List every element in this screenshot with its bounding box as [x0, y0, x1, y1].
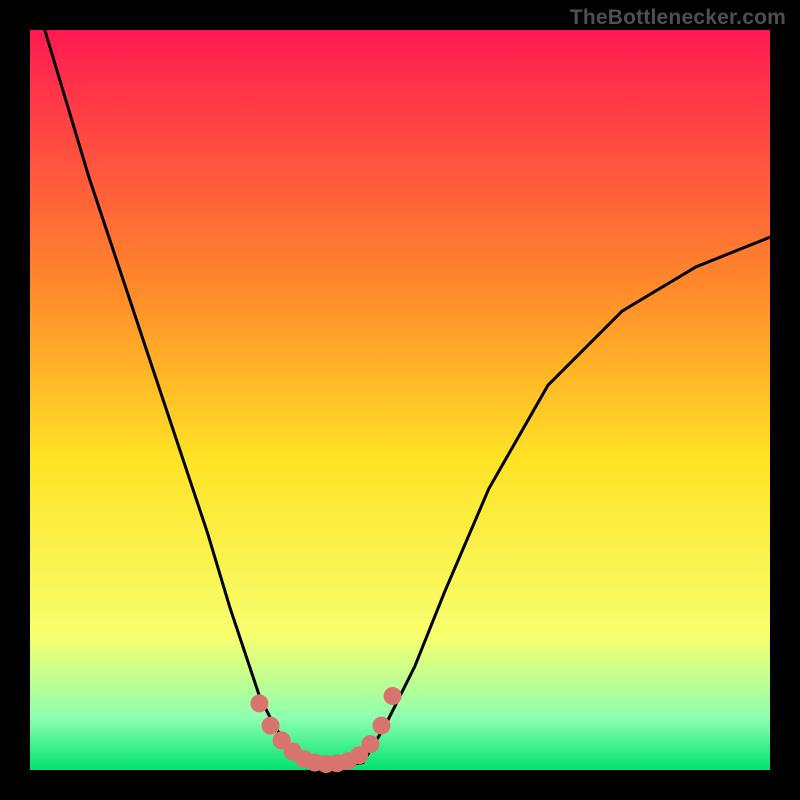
- highlight-markers: [250, 687, 401, 773]
- marker-dot: [373, 717, 391, 735]
- curve-layer: [30, 30, 770, 770]
- marker-dot: [262, 717, 280, 735]
- marker-dot: [361, 735, 379, 753]
- marker-dot: [384, 687, 402, 705]
- watermark-text: TheBottlenecker.com: [570, 6, 786, 30]
- bottleneck-curve: [45, 30, 770, 766]
- chart-frame: TheBottlenecker.com: [0, 0, 800, 800]
- plot-area: [30, 30, 770, 770]
- marker-dot: [250, 694, 268, 712]
